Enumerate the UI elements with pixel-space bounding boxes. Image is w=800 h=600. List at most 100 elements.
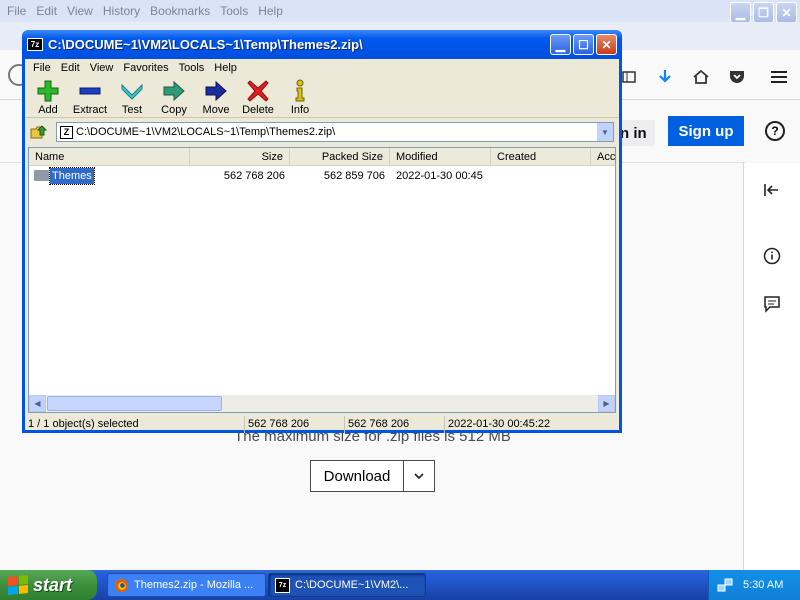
close-button[interactable]: ✕ <box>596 34 617 55</box>
test-label: Test <box>121 104 143 116</box>
side-panel <box>743 163 800 570</box>
taskbar-item-firefox[interactable]: Themes2.zip - Mozilla ... <box>107 573 266 597</box>
menu-favorites[interactable]: Favorites <box>118 62 173 74</box>
download-split-button: Download <box>310 460 435 492</box>
column-modified[interactable]: Modified <box>390 148 491 166</box>
horizontal-scrollbar[interactable]: ◀ ▶ <box>29 395 615 412</box>
archive-icon: Z <box>60 125 73 139</box>
table-row[interactable]: Themes 562 768 206 562 859 706 2022-01-3… <box>29 167 615 185</box>
scroll-left-icon[interactable]: ◀ <box>29 395 46 412</box>
help-icon[interactable]: ? <box>765 121 785 141</box>
status-packed: 562 768 206 <box>345 416 445 433</box>
row-size: 562 768 206 <box>223 170 285 182</box>
chevron-down-icon[interactable]: ▼ <box>597 123 613 141</box>
add-button[interactable]: Add <box>27 77 69 116</box>
7zip-titlebar[interactable]: 7z C:\DOCUME~1\VM2\LOCALS~1\Temp\Themes2… <box>22 30 622 59</box>
taskbar-item-7zip[interactable]: 7z C:\DOCUME~1\VM2\... <box>268 573 426 597</box>
task-label: Themes2.zip - Mozilla ... <box>134 579 254 591</box>
file-list: Name Size Packed Size Modified Created A… <box>28 147 616 413</box>
menu-tools[interactable]: Tools <box>174 62 210 74</box>
column-created[interactable]: Created <box>491 148 591 166</box>
status-bar: 1 / 1 object(s) selected 562 768 206 562… <box>25 416 619 433</box>
menu-bookmarks[interactable]: Bookmarks <box>145 4 215 18</box>
row-packed-size: 562 859 706 <box>323 170 385 182</box>
column-name[interactable]: Name <box>29 148 190 166</box>
extract-button[interactable]: Extract <box>69 77 111 116</box>
row-name: Themes <box>49 167 95 185</box>
menu-file[interactable]: File <box>28 62 56 74</box>
copy-label: Copy <box>161 104 187 116</box>
scroll-thumb[interactable] <box>47 396 222 411</box>
chevron-down-icon <box>414 473 424 480</box>
system-tray: 5:30 AM <box>708 570 800 600</box>
pocket-icon[interactable] <box>728 68 746 86</box>
7zip-toolbar: Add Extract Test Copy Move Delete Info <box>25 77 619 118</box>
library-icon[interactable] <box>620 68 638 86</box>
firefox-menubar: File Edit View History Bookmarks Tools H… <box>0 0 800 23</box>
list-header: Name Size Packed Size Modified Created A… <box>29 148 615 166</box>
scroll-right-icon[interactable]: ▶ <box>598 395 615 412</box>
info-label: Info <box>290 104 310 116</box>
network-icon <box>717 578 733 592</box>
status-size: 562 768 206 <box>245 416 345 433</box>
check-icon <box>121 83 143 100</box>
home-icon[interactable] <box>692 68 710 86</box>
clock[interactable]: 5:30 AM <box>743 579 783 591</box>
7zip-window: 7z C:\DOCUME~1\VM2\LOCALS~1\Temp\Themes2… <box>22 30 622 433</box>
menu-help[interactable]: Help <box>209 62 242 74</box>
hamburger-menu-icon[interactable] <box>770 68 788 86</box>
path-text: C:\DOCUME~1\VM2\LOCALS~1\Temp\Themes2.zi… <box>76 126 336 138</box>
delete-x-icon <box>247 80 269 102</box>
folder-up-icon <box>30 125 48 139</box>
add-label: Add <box>38 104 58 116</box>
close-button[interactable]: ✕ <box>776 2 797 23</box>
column-accessed[interactable]: Acce <box>591 148 615 166</box>
start-label: start <box>33 574 73 595</box>
firefox-window-controls: ▁ ❐ ✕ <box>730 2 797 23</box>
up-folder-button[interactable] <box>28 122 50 142</box>
start-button[interactable]: start <box>0 570 97 600</box>
minimize-button[interactable]: ▁ <box>730 2 751 23</box>
status-selection: 1 / 1 object(s) selected <box>25 416 245 433</box>
restore-button[interactable]: ❐ <box>753 2 774 23</box>
menu-edit[interactable]: Edit <box>31 4 62 18</box>
menu-view[interactable]: View <box>85 62 119 74</box>
column-size[interactable]: Size <box>190 148 290 166</box>
firefox-icon <box>114 578 129 592</box>
download-arrow-icon[interactable] <box>656 68 674 86</box>
menu-file[interactable]: File <box>2 4 31 18</box>
column-packed-size[interactable]: Packed Size <box>290 148 390 166</box>
maximize-button[interactable]: ☐ <box>573 34 594 55</box>
test-button[interactable]: Test <box>111 77 153 116</box>
menu-tools[interactable]: Tools <box>215 4 253 18</box>
row-modified: 2022-01-30 00:45 <box>396 170 483 182</box>
feedback-icon[interactable] <box>763 295 781 316</box>
menu-edit[interactable]: Edit <box>56 62 85 74</box>
minus-icon <box>79 87 101 95</box>
status-modified: 2022-01-30 00:45:22 <box>448 418 551 430</box>
minimize-button[interactable]: ▁ <box>550 34 571 55</box>
sign-up-button[interactable]: Sign up <box>668 116 744 146</box>
copy-arrow-icon <box>163 80 185 102</box>
collapse-panel-icon[interactable] <box>764 183 780 200</box>
path-combobox[interactable]: Z C:\DOCUME~1\VM2\LOCALS~1\Temp\Themes2.… <box>56 122 614 142</box>
copy-button[interactable]: Copy <box>153 77 195 116</box>
7zip-body: File Edit View Favorites Tools Help Add … <box>25 59 619 433</box>
download-options-button[interactable] <box>404 461 434 491</box>
extract-label: Extract <box>72 104 108 116</box>
menu-view[interactable]: View <box>62 4 98 18</box>
move-button[interactable]: Move <box>195 77 237 116</box>
info-button[interactable]: Info <box>279 77 321 116</box>
delete-button[interactable]: Delete <box>237 77 279 116</box>
menu-help[interactable]: Help <box>253 4 288 18</box>
delete-label: Delete <box>242 104 274 116</box>
info-i-icon <box>295 79 305 102</box>
plus-icon <box>37 80 59 102</box>
move-label: Move <box>202 104 230 116</box>
info-icon[interactable] <box>763 247 781 268</box>
download-button[interactable]: Download <box>311 461 404 491</box>
folder-icon <box>34 170 49 181</box>
move-arrow-icon <box>205 80 227 102</box>
7zip-app-icon: 7z <box>27 38 43 51</box>
menu-history[interactable]: History <box>98 4 145 18</box>
